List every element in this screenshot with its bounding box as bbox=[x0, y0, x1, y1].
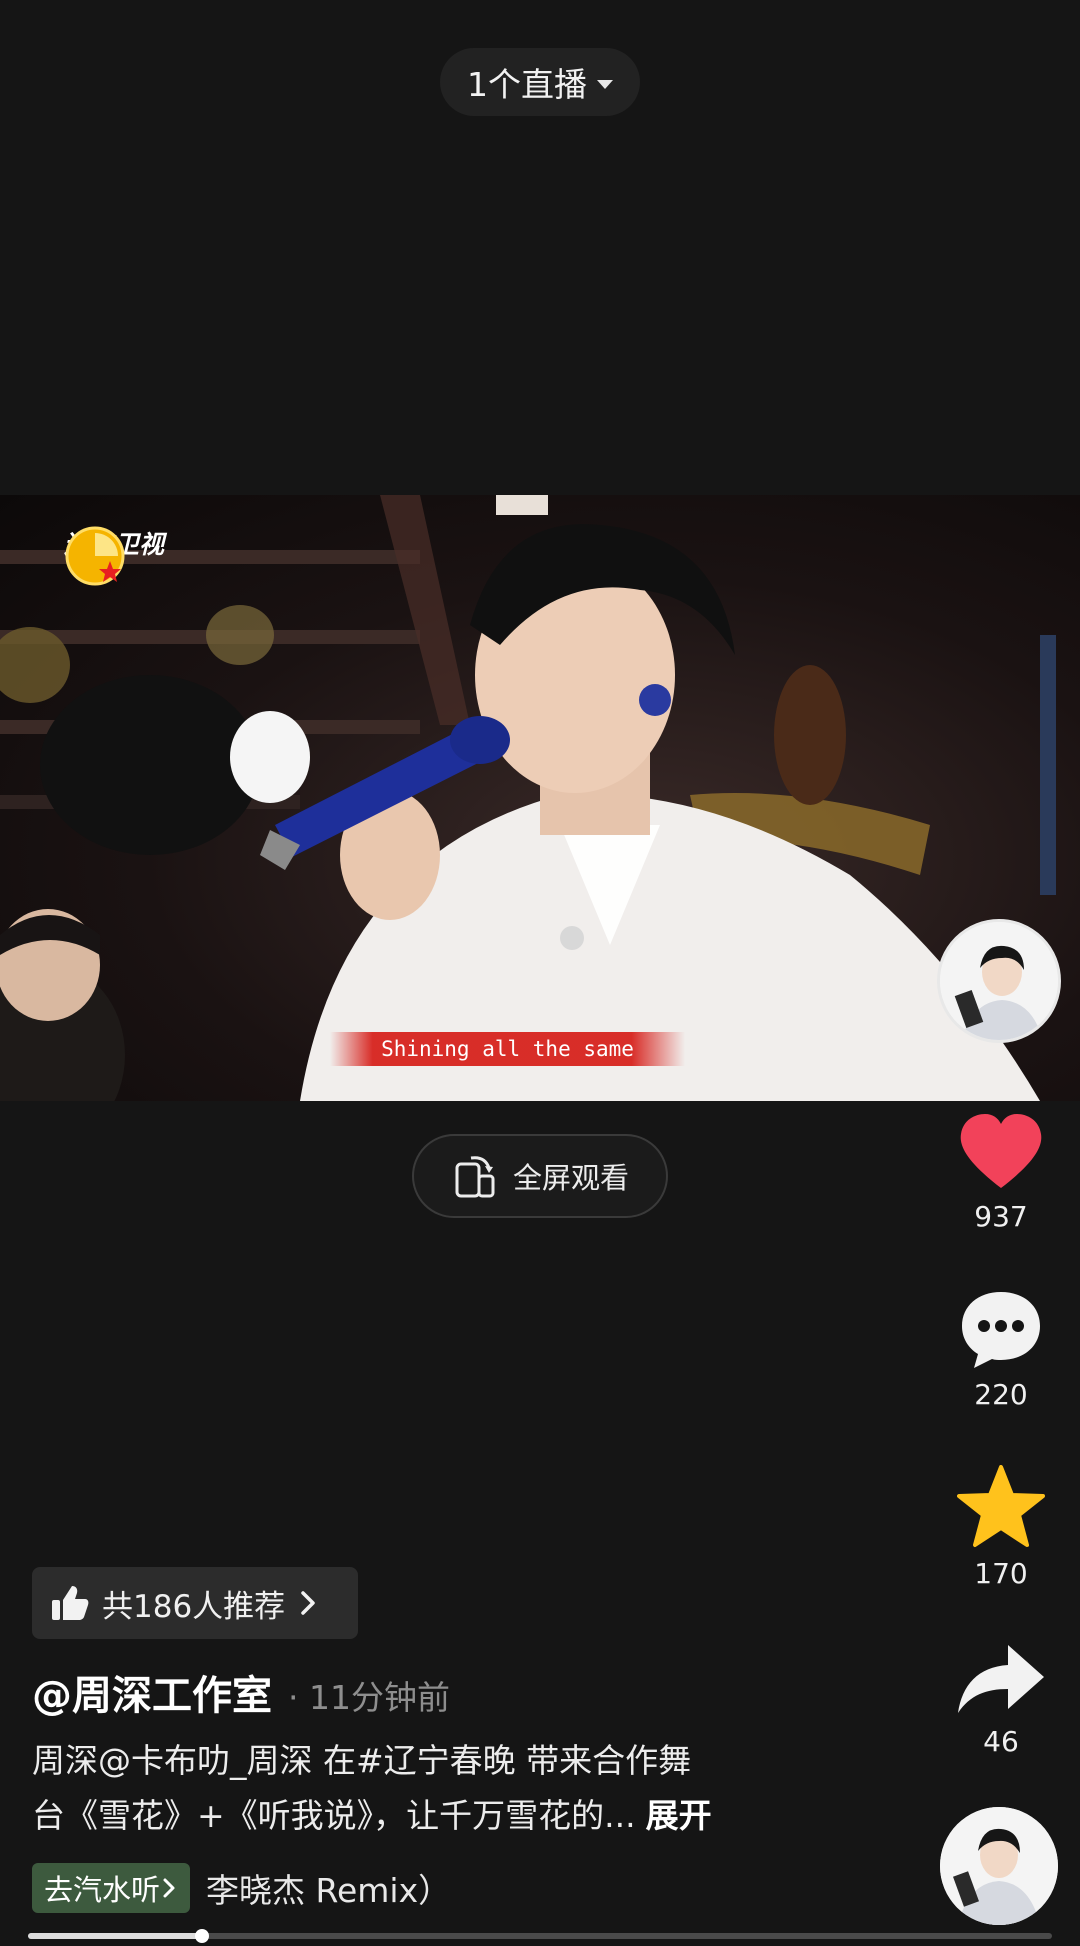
progress-fill bbox=[28, 1933, 203, 1939]
caption-line-1: 周深@卡布叻_周深 在#辽宁春晚 带来合作舞 bbox=[32, 1741, 692, 1780]
star-icon[interactable] bbox=[957, 1465, 1045, 1549]
author-name[interactable]: @周深工作室 bbox=[32, 1663, 272, 1721]
heart-icon[interactable] bbox=[957, 1112, 1045, 1192]
live-count-label: 1个直播 bbox=[467, 65, 587, 104]
favorite-count: 170 bbox=[974, 1557, 1028, 1590]
recommend-label: 共186人推荐 bbox=[102, 1588, 286, 1625]
progress-handle[interactable] bbox=[195, 1929, 210, 1943]
floating-avatar[interactable] bbox=[937, 919, 1061, 1043]
share-action[interactable]: 46 bbox=[946, 1641, 1056, 1758]
author-row: @周深工作室 · 11分钟前 bbox=[32, 1663, 450, 1721]
video-player[interactable]: 辽宁卫视 Shining all the same bbox=[0, 495, 1080, 1101]
comment-icon[interactable] bbox=[958, 1288, 1044, 1370]
sun-logo-icon bbox=[65, 526, 125, 586]
music-title[interactable]: 李晓杰 Remix） bbox=[206, 1864, 451, 1912]
caret-down-icon bbox=[597, 79, 613, 89]
caption-line-2-row: 台《雪花》+《听我说》，让千万雪花的... 展开 bbox=[32, 1788, 832, 1843]
comment-count: 220 bbox=[974, 1378, 1028, 1411]
video-frame-illustration bbox=[0, 495, 1056, 1101]
expand-caption-button[interactable]: 展开 bbox=[646, 1796, 712, 1835]
recommend-button[interactable]: 共186人推荐 bbox=[32, 1567, 358, 1639]
share-count: 46 bbox=[983, 1725, 1019, 1758]
thumbs-up-icon bbox=[52, 1586, 89, 1620]
post-caption[interactable]: 周深@卡布叻_周深 在#辽宁春晚 带来合作舞 台《雪花》+《听我说》，让千万雪花… bbox=[32, 1733, 832, 1843]
channel-logo: 辽宁卫视 bbox=[64, 525, 164, 586]
chevron-right-icon bbox=[301, 1591, 315, 1615]
music-disc-illustration bbox=[940, 1807, 1058, 1925]
post-time: · 11分钟前 bbox=[288, 1678, 450, 1717]
comment-action[interactable]: 220 bbox=[946, 1288, 1056, 1411]
fullscreen-label: 全屏观看 bbox=[512, 1161, 629, 1195]
rotate-screen-icon bbox=[455, 1156, 495, 1198]
music-row: 去汽水听 李晓杰 Remix） bbox=[32, 1863, 451, 1913]
music-disc-avatar[interactable] bbox=[940, 1807, 1058, 1925]
video-progress-bar[interactable] bbox=[28, 1929, 1052, 1943]
live-count-dropdown[interactable]: 1个直播 bbox=[440, 48, 640, 116]
soda-listen-button[interactable]: 去汽水听 bbox=[32, 1863, 191, 1913]
chevron-right-small-icon bbox=[163, 1878, 175, 1898]
soda-listen-label: 去汽水听 bbox=[44, 1873, 161, 1907]
favorite-action[interactable]: 170 bbox=[946, 1465, 1056, 1590]
share-arrow-icon[interactable] bbox=[956, 1641, 1046, 1717]
like-action[interactable]: 937 bbox=[946, 1112, 1056, 1233]
fullscreen-button[interactable]: 全屏观看 bbox=[412, 1134, 668, 1218]
video-subtitle: Shining all the same bbox=[330, 1032, 685, 1066]
like-count: 937 bbox=[974, 1200, 1028, 1233]
caption-line-2: 台《雪花》+《听我说》，让千万雪花的... bbox=[32, 1796, 636, 1835]
